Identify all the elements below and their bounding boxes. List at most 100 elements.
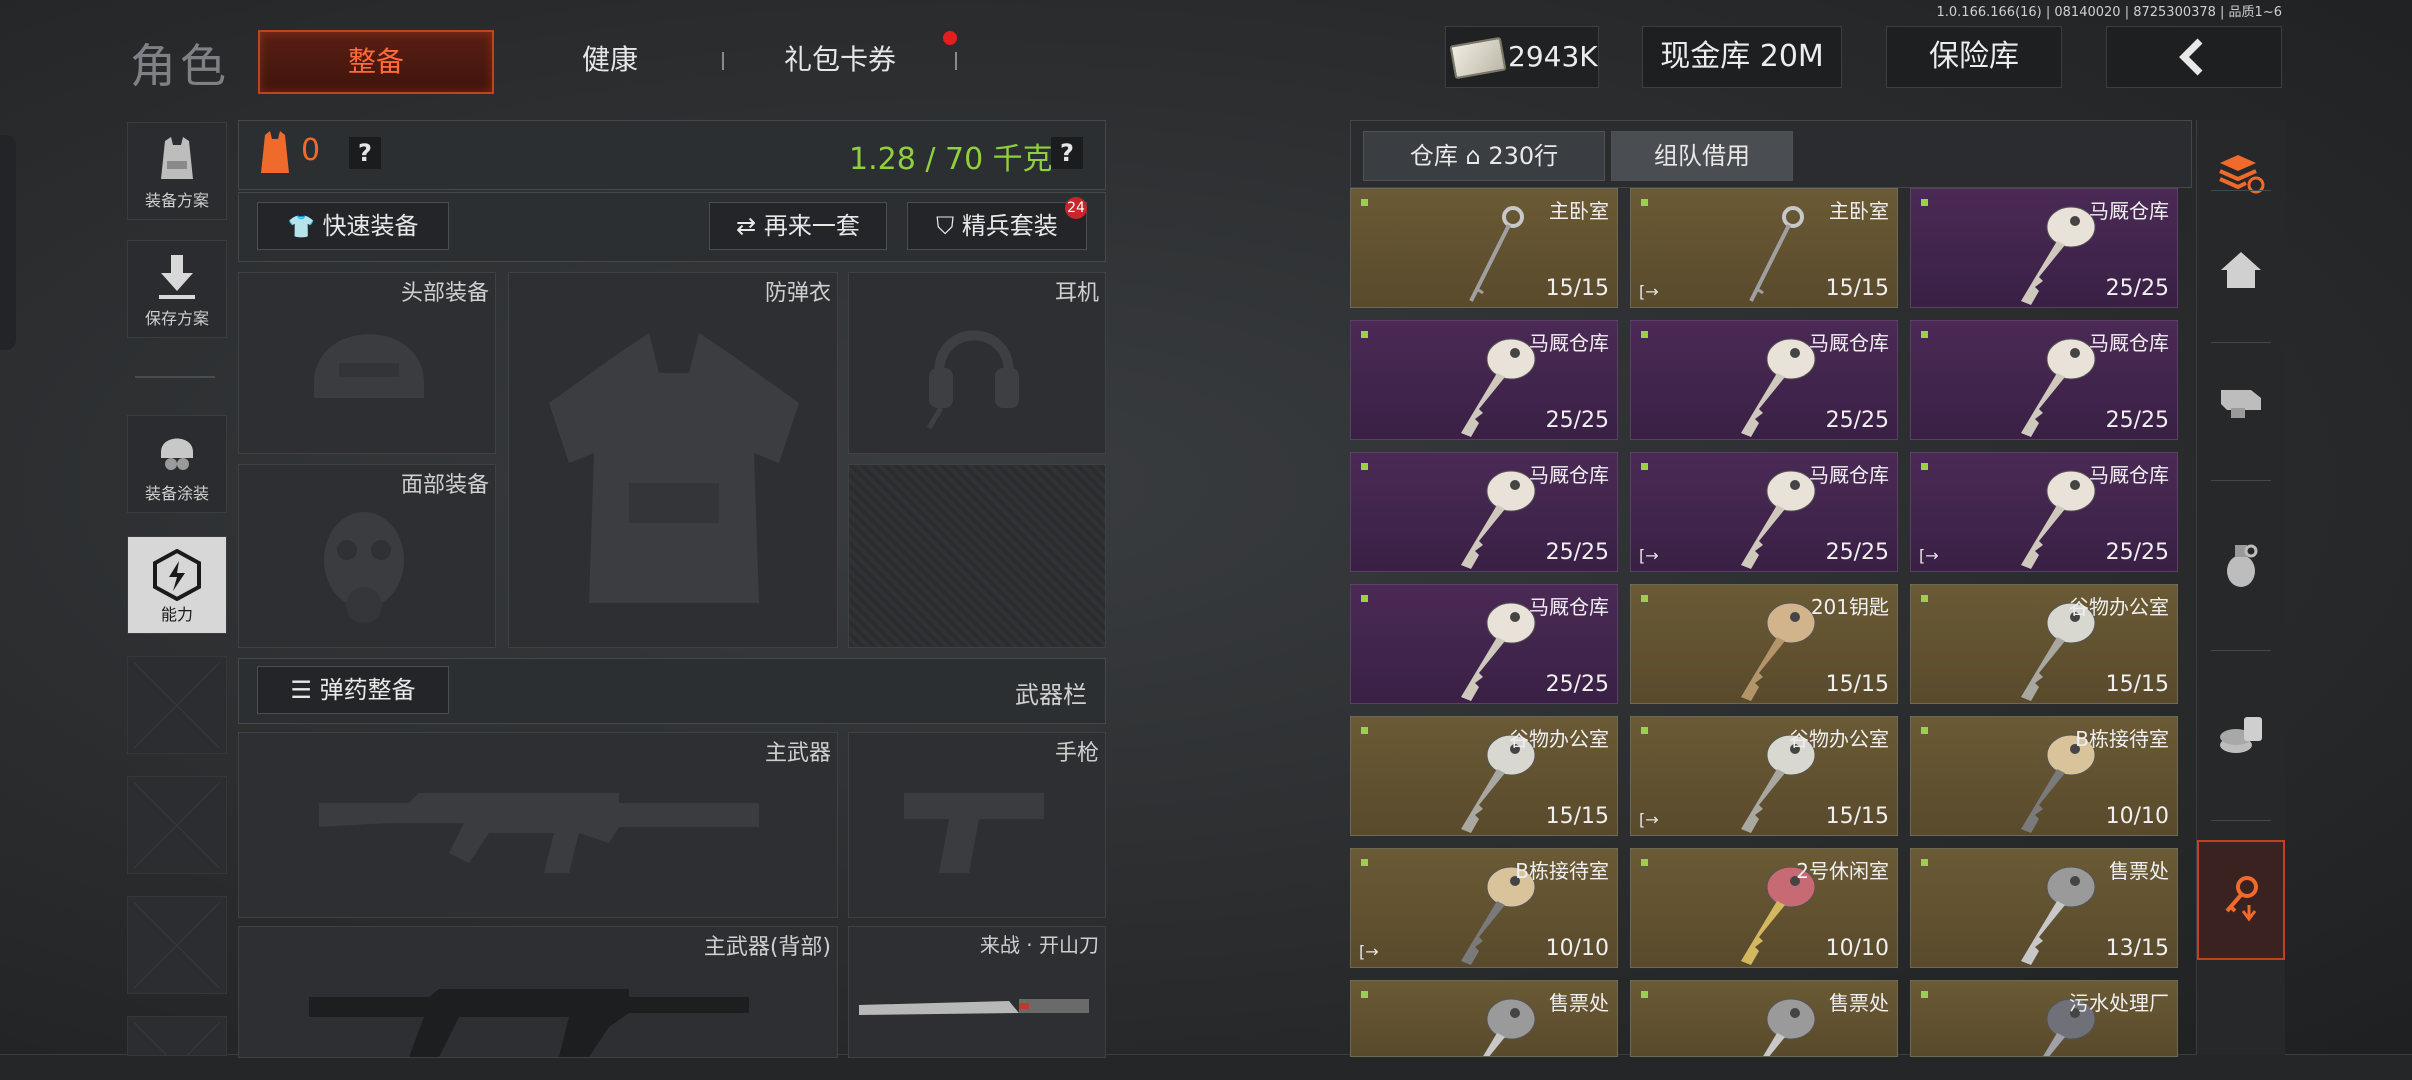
- inventory-card[interactable]: 马厩仓库 25/25: [1350, 584, 1618, 704]
- another-set-label: 再来一套: [763, 212, 860, 240]
- inventory-card[interactable]: 主卧室 15/15: [1350, 188, 1618, 308]
- inventory-card[interactable]: 谷物办公室 15/15 [→: [1630, 716, 1898, 836]
- extract-icon: [→: [1359, 942, 1379, 961]
- new-item-dot: [1641, 991, 1648, 998]
- scope-icon[interactable]: [2197, 350, 2285, 450]
- armor-icon: [261, 131, 289, 173]
- weight-help-button[interactable]: ?: [1051, 137, 1083, 169]
- inventory-card[interactable]: 马厩仓库 25/25: [1350, 452, 1618, 572]
- home-icon[interactable]: [2197, 220, 2285, 320]
- inventory-card[interactable]: 马厩仓库 25/25: [1910, 320, 2178, 440]
- quick-equip-button[interactable]: 👕 快速装备: [257, 202, 449, 250]
- empty-nav-slot: [127, 776, 227, 874]
- side-divider: [2211, 190, 2271, 191]
- slot-label: 主武器: [764, 741, 831, 766]
- card-name: 2号休闲室: [1796, 859, 1889, 883]
- safe-box-button[interactable]: 保险库: [1886, 26, 2062, 88]
- slot-primary-back[interactable]: 主武器(背部): [238, 926, 838, 1058]
- slot-label: 主武器(背部): [703, 935, 831, 960]
- vest-silhouette-icon: [549, 333, 799, 603]
- card-name: 马厩仓库: [1809, 331, 1889, 355]
- slot-pistol[interactable]: 手枪: [848, 732, 1106, 918]
- inventory-card[interactable]: 马厩仓库 25/25: [1350, 320, 1618, 440]
- slot-head[interactable]: 头部装备: [238, 272, 496, 454]
- nav-save-plan[interactable]: 保存方案: [127, 240, 227, 338]
- nav-ability[interactable]: 能力: [127, 536, 227, 634]
- new-item-dot: [1361, 859, 1368, 866]
- ammo-icon[interactable]: [2197, 685, 2285, 785]
- nav-label: 能力: [160, 605, 193, 624]
- notification-dot: [943, 31, 957, 45]
- elite-set-label: 精兵套装: [961, 212, 1058, 240]
- slot-face[interactable]: 面部装备: [238, 464, 496, 648]
- cash-vault-button[interactable]: 现金库 20M: [1642, 26, 1842, 88]
- key-download-icon[interactable]: [2197, 840, 2285, 960]
- nav-label: 装备方案: [144, 191, 209, 210]
- tab-equip[interactable]: 整备: [258, 30, 494, 94]
- tab-gift-cards[interactable]: 礼包卡券: [760, 30, 920, 90]
- inventory-card[interactable]: 201钥匙 15/15: [1630, 584, 1898, 704]
- chevron-left-icon: [2179, 38, 2203, 76]
- extract-icon: [→: [1639, 282, 1659, 301]
- side-divider: [2211, 820, 2271, 821]
- back-button[interactable]: [2106, 26, 2282, 88]
- slot-label: 耳机: [1054, 281, 1099, 306]
- another-set-button[interactable]: ⇄ 再来一套: [709, 202, 887, 250]
- inventory-card[interactable]: 污水处理厂: [1910, 980, 2178, 1057]
- weight-readout: 1.28 / 70 千克: [849, 142, 1053, 177]
- nav-label: 保存方案: [144, 309, 209, 328]
- tab-warehouse[interactable]: 仓库 ⌂ 230行: [1363, 131, 1605, 181]
- new-item-dot: [1921, 859, 1928, 866]
- ammo-prep-button[interactable]: ☰ 弹药整备: [257, 666, 449, 714]
- inventory-card[interactable]: 2号休闲室 10/10: [1630, 848, 1898, 968]
- inventory-card[interactable]: 马厩仓库 25/25 [→: [1630, 452, 1898, 572]
- grenade-icon[interactable]: [2197, 515, 2285, 615]
- nav-equip-plan[interactable]: 装备方案: [127, 122, 227, 220]
- right-side-bar: [2196, 120, 2285, 1055]
- new-item-dot: [1361, 727, 1368, 734]
- inventory-card[interactable]: 马厩仓库 25/25: [1910, 188, 2178, 308]
- key-icon: [1763, 998, 1816, 1056]
- extract-icon: [→: [1639, 546, 1659, 565]
- inventory-card[interactable]: 马厩仓库 25/25 [→: [1910, 452, 2178, 572]
- ammo-prep-label: 弹药整备: [319, 676, 416, 704]
- version-text: 1.0.166.166(16) | 08140020 | 8725300378 …: [1936, 5, 2283, 20]
- inventory-card[interactable]: 售票处: [1630, 980, 1898, 1057]
- slot-melee[interactable]: 来战 · 开山刀: [848, 926, 1106, 1058]
- slot-label: 防弹衣: [764, 281, 831, 306]
- machete-icon: [859, 999, 1089, 1015]
- extract-icon: [→: [1639, 810, 1659, 829]
- elite-set-button[interactable]: ⛉ 精兵套装: [907, 202, 1087, 250]
- inventory-card[interactable]: 谷物办公室 15/15: [1910, 584, 2178, 704]
- card-name: 污水处理厂: [2069, 991, 2169, 1015]
- pistol-silhouette-icon: [904, 793, 1044, 873]
- help-button[interactable]: ?: [349, 137, 381, 169]
- slot-primary-weapon[interactable]: 主武器: [238, 732, 838, 918]
- inventory-tabs-bar: 仓库 ⌂ 230行 组队借用: [1350, 120, 2192, 188]
- inventory-card[interactable]: 主卧室 15/15 [→: [1630, 188, 1898, 308]
- currency-amount: 2943K: [1508, 40, 1598, 73]
- home-small-icon: ⌂: [1465, 142, 1481, 170]
- inventory-card[interactable]: B栋接待室 10/10 [→: [1350, 848, 1618, 968]
- inventory-card[interactable]: 马厩仓库 25/25: [1630, 320, 1898, 440]
- nav-equip-skin[interactable]: 装备涂装: [127, 415, 227, 513]
- slot-headset[interactable]: 耳机: [848, 272, 1106, 454]
- card-name: 谷物办公室: [2069, 595, 2169, 619]
- slot-label: 面部装备: [400, 473, 489, 498]
- inventory-card[interactable]: 售票处: [1350, 980, 1618, 1057]
- slot-empty-accessory: [848, 464, 1106, 648]
- card-count: 25/25: [1825, 540, 1889, 565]
- inventory-card[interactable]: 谷物办公室 15/15: [1350, 716, 1618, 836]
- inventory-card[interactable]: 售票处 13/15: [1910, 848, 2178, 968]
- layers-refresh-icon[interactable]: [2197, 124, 2285, 224]
- new-item-dot: [1361, 199, 1368, 206]
- slot-vest[interactable]: 防弹衣: [508, 272, 838, 648]
- side-drawer-handle[interactable]: [0, 135, 16, 350]
- warehouse-rows: 230行: [1488, 142, 1559, 170]
- card-name: 谷物办公室: [1789, 727, 1889, 751]
- inventory-card[interactable]: B栋接待室 10/10: [1910, 716, 2178, 836]
- card-name: 主卧室: [1549, 199, 1609, 223]
- slot-label: 手枪: [1054, 741, 1099, 766]
- tab-team-borrow[interactable]: 组队借用: [1611, 131, 1793, 181]
- tab-health[interactable]: 健康: [530, 30, 690, 90]
